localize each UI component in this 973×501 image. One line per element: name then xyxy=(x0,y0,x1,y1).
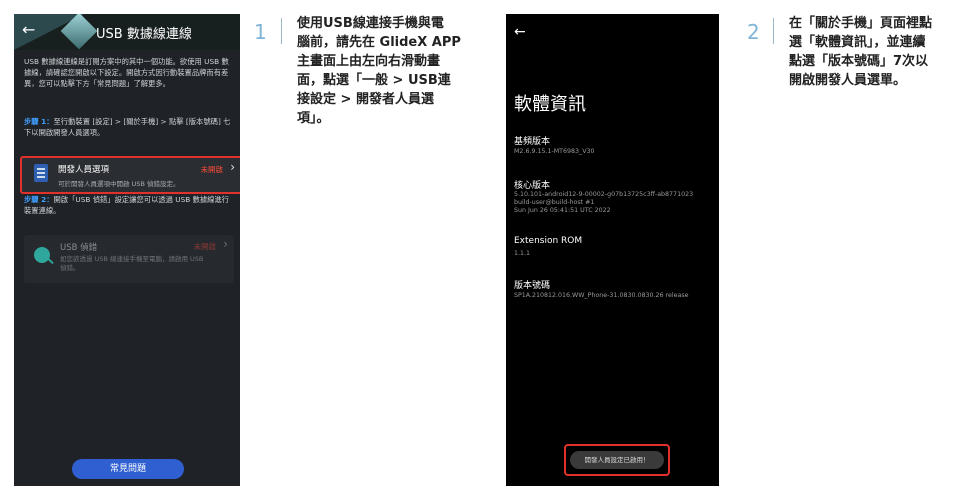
instruction-line: 面，點選「一般 > USB連 xyxy=(297,73,451,88)
page-title: USB 數據線連線 xyxy=(96,27,192,42)
step-2-lead: 步驟 2： xyxy=(24,195,54,204)
instruction-line: 點選「版本號碼」7次以 xyxy=(789,54,929,69)
instruction-1-text: 使用USB線連接手機與電 腦前，請先在 GlideX APP 主畫面上由左向右滑… xyxy=(297,14,487,128)
developer-options-subtitle: 可於開發人員選項中開啟 USB 偵錯設定。 xyxy=(58,180,180,188)
magnifier-icon xyxy=(34,247,50,263)
instruction-line: 開啟開發人員選單。 xyxy=(789,73,907,88)
chevron-right-icon: › xyxy=(223,237,228,251)
document-icon xyxy=(34,164,48,182)
kernel-value-line: Sun Jun 26 05:41:51 UTC 2022 xyxy=(514,207,611,214)
back-arrow-icon[interactable]: ← xyxy=(22,20,35,39)
toast-message: 開發人員設定已啟用！ xyxy=(570,451,664,469)
usb-debugging-row[interactable]: USB 偵錯 如您欲透過 USB 線連接手機至電腦，請啟用 USB 偵錯。 未開… xyxy=(24,235,234,283)
faq-button[interactable]: 常見問題 xyxy=(72,459,184,479)
toast-highlight: 開發人員設定已啟用！ xyxy=(564,444,670,476)
instruction-line: 接設定 > 開發者人員選 xyxy=(297,92,434,107)
build-number-label[interactable]: 版本號碼 xyxy=(514,278,550,291)
usb-debugging-subtitle: 如您欲透過 USB 線連接手機至電腦，請啟用 USB 偵錯。 xyxy=(60,255,204,272)
kernel-label: 核心版本 xyxy=(514,181,551,191)
step-1-text: 步驟 1：至行動裝置 [設定] > [關於手機] > 點擊 [版本號碼] 七下以… xyxy=(24,116,234,138)
step-number-2: 2 xyxy=(747,20,760,44)
instruction-line: 主畫面上由左向右滑動畫 xyxy=(297,54,441,69)
page-title: 軟體資訊 xyxy=(514,94,586,115)
step-2-body: 開啟「USB 偵錯」設定讓您可以透過 USB 數據線進行裝置連線。 xyxy=(24,195,230,215)
instruction-line: 在「關於手機」頁面裡點 xyxy=(789,16,933,31)
phone-screen-software-info: ← 軟體資訊 基頻版本 M2.6.9.15.1-MT6983_V30 核心版本 … xyxy=(506,14,719,486)
baseband-value: M2.6.9.15.1-MT6983_V30 xyxy=(514,148,595,155)
build-number-value[interactable]: SP1A.210812.016.WW_Phone-31.0830.0830.26… xyxy=(514,292,719,300)
developer-options-title: 開發人員選項 xyxy=(58,165,110,175)
kernel-value-line: build-user@build-host #1 xyxy=(514,199,595,206)
step-1-lead: 步驟 1： xyxy=(24,117,54,126)
status-badge: 未開啟 xyxy=(200,165,224,174)
instruction-line: 選「軟體資訊」，並連續 xyxy=(789,35,926,50)
instruction-line: 使用USB線連接手機與電 xyxy=(297,16,444,31)
instruction-line: 腦前，請先在 GlideX APP xyxy=(297,35,461,50)
instruction-line: 項」。 xyxy=(297,111,330,126)
kernel-value-line: 5.10.101-android12-9-00002-g07b13725c3ff… xyxy=(514,191,694,198)
intro-text: USB 數據線連線是訂閱方案中的其中一個功能。欲使用 USB 數據線，請確認您開… xyxy=(24,57,229,88)
phone-screen-usb-connection: ← USB 數據線連線 USB 數據線連線是訂閱方案中的其中一個功能。欲使用 U… xyxy=(14,14,240,486)
app-header: ← USB 數據線連線 xyxy=(14,14,240,50)
step-number-1: 1 xyxy=(254,20,267,44)
divider xyxy=(773,18,774,44)
back-arrow-icon[interactable]: ← xyxy=(514,24,526,40)
status-badge: 未開啟 xyxy=(193,242,217,251)
extension-rom-value: 1.1.1 xyxy=(514,250,531,257)
baseband-label: 基頻版本 xyxy=(514,137,551,147)
instruction-2-text: 在「關於手機」頁面裡點 選「軟體資訊」，並連續 點選「版本號碼」7次以 開啟開發… xyxy=(789,14,969,90)
extension-rom-label: Extension ROM xyxy=(514,236,583,246)
kernel-value: 5.10.101-android12-9-00002-g07b13725c3ff… xyxy=(514,191,719,215)
developer-options-row[interactable]: 開發人員選項 可於開發人員選項中開啟 USB 偵錯設定。 未開啟 › xyxy=(20,156,240,194)
step-1-body: 至行動裝置 [設定] > [關於手機] > 點擊 [版本號碼] 七下以開啟開發人… xyxy=(24,117,231,137)
usb-debugging-title: USB 偵錯 xyxy=(60,243,98,253)
step-2-text: 步驟 2：開啟「USB 偵錯」設定讓您可以透過 USB 數據線進行裝置連線。 xyxy=(24,194,234,216)
chevron-right-icon: › xyxy=(230,160,235,174)
divider xyxy=(281,18,282,44)
